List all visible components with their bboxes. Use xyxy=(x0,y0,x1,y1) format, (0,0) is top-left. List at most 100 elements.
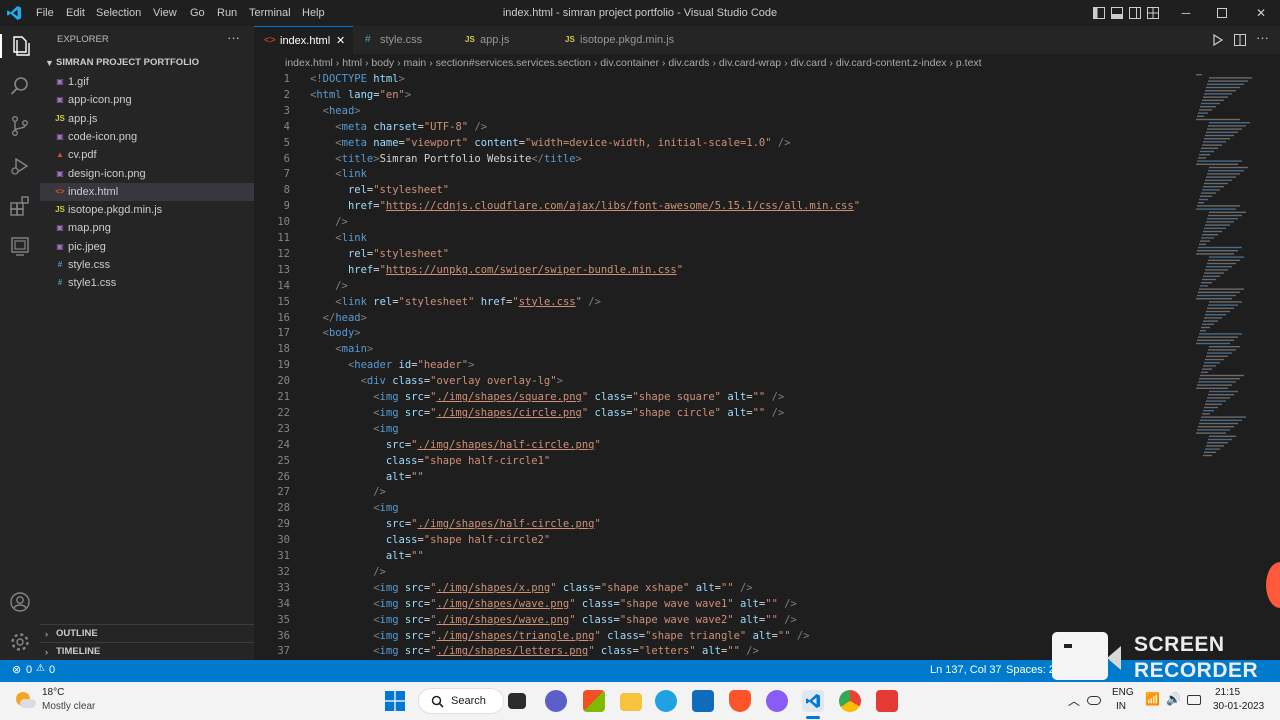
code-line[interactable]: /> xyxy=(310,216,348,228)
code-line[interactable]: <img src="./img/shapes/triangle.png" cla… xyxy=(310,630,809,642)
breadcrumb-item[interactable]: body xyxy=(371,57,394,69)
weather-description[interactable]: Mostly clear xyxy=(42,701,95,712)
menu-terminal[interactable]: Terminal xyxy=(249,0,291,26)
explorer-files-icon[interactable] xyxy=(8,34,32,58)
menu-edit[interactable]: Edit xyxy=(66,0,85,26)
windows-start-icon[interactable] xyxy=(385,691,405,711)
code-line[interactable]: <main> xyxy=(310,343,373,355)
chrome-browser-icon[interactable] xyxy=(839,690,861,712)
breadcrumb-item[interactable]: div.container xyxy=(600,57,659,69)
code-line[interactable]: <link xyxy=(310,168,367,180)
code-line[interactable]: href="https://cdnjs.cloudflare.com/ajax/… xyxy=(310,200,860,212)
menu-view[interactable]: View xyxy=(153,0,177,26)
source-control-icon[interactable] xyxy=(8,114,32,138)
close-window-button[interactable]: ✕ xyxy=(1252,0,1270,26)
file-item[interactable]: ▣ app-icon.png xyxy=(40,91,254,109)
code-line[interactable]: </head> xyxy=(310,312,367,324)
search-icon[interactable] xyxy=(8,74,32,98)
file-item[interactable]: ▣ map.png xyxy=(40,219,254,237)
tab-app-js[interactable]: JS app.js xyxy=(453,26,553,54)
code-line[interactable]: class="shape half-circle2" xyxy=(310,534,550,546)
brave-browser-icon[interactable] xyxy=(729,690,751,712)
file-item[interactable]: JS app.js xyxy=(40,110,254,128)
code-line[interactable]: <link rel="stylesheet" href="style.css" … xyxy=(310,296,601,308)
remote-explorer-icon[interactable] xyxy=(8,234,32,258)
microsoft-store-icon[interactable] xyxy=(692,690,714,712)
menu-help[interactable]: Help xyxy=(302,0,325,26)
error-count[interactable]: 0 xyxy=(26,664,32,676)
code-line[interactable]: /> xyxy=(310,280,348,292)
teams-chat-icon[interactable] xyxy=(545,690,567,712)
code-line[interactable]: class="shape half-circle1" xyxy=(310,455,550,467)
explorer-more-actions-icon[interactable]: ··· xyxy=(227,30,240,45)
maximize-button[interactable] xyxy=(1217,8,1227,18)
warning-count[interactable]: 0 xyxy=(49,664,55,676)
onedrive-cloud-icon[interactable] xyxy=(1087,696,1101,705)
menu-go[interactable]: Go xyxy=(190,0,205,26)
project-folder-header[interactable]: ▼ SIMRAN PROJECT PORTFOLIO xyxy=(40,54,254,72)
breadcrumb-item[interactable]: index.html xyxy=(285,57,333,69)
file-item[interactable]: ▣ 1.gif xyxy=(40,73,254,91)
code-line[interactable]: <!DOCTYPE html> xyxy=(310,73,405,85)
app-icon[interactable] xyxy=(766,690,788,712)
customize-layout-icon[interactable] xyxy=(1147,7,1159,19)
code-line[interactable]: <div class="overlay overlay-lg"> xyxy=(310,375,563,387)
editor-more-actions-icon[interactable]: ··· xyxy=(1256,30,1269,45)
weather-icon[interactable] xyxy=(14,690,36,712)
minimize-button[interactable]: ─ xyxy=(1175,0,1197,26)
file-item[interactable]: ▣ code-icon.png xyxy=(40,128,254,146)
input-language-line1[interactable]: ENG xyxy=(1112,687,1134,698)
edge-browser-icon[interactable] xyxy=(655,690,677,712)
show-hidden-icons-chevron-icon[interactable]: ︿ xyxy=(1068,692,1080,709)
weather-temperature[interactable]: 18°C xyxy=(42,687,64,698)
file-item[interactable]: # style.css xyxy=(40,256,254,274)
code-line[interactable]: rel="stylesheet" xyxy=(310,248,449,260)
close-tab-icon[interactable]: ✕ xyxy=(336,27,345,55)
code-line[interactable]: alt="" xyxy=(310,471,424,483)
extensions-icon[interactable] xyxy=(8,194,32,218)
code-line[interactable]: <link xyxy=(310,232,367,244)
tab-isotope-js[interactable]: JS isotope.pkgd.min.js xyxy=(553,26,693,54)
split-editor-icon[interactable] xyxy=(1234,34,1246,46)
taskbar-search-box[interactable]: Search xyxy=(418,688,504,714)
task-view-icon[interactable] xyxy=(508,693,526,709)
code-line[interactable]: <img xyxy=(310,502,398,514)
microsoft-store-colorful-icon[interactable] xyxy=(583,690,605,712)
file-item[interactable]: # style1.css xyxy=(40,274,254,292)
clock-date[interactable]: 30-01-2023 xyxy=(1213,701,1264,712)
code-line[interactable]: <body> xyxy=(310,327,361,339)
breadcrumb-item[interactable]: p.text xyxy=(956,57,982,69)
menu-file[interactable]: File xyxy=(36,0,54,26)
code-line[interactable]: rel="stylesheet" xyxy=(310,184,449,196)
timeline-section[interactable]: › TIMELINE xyxy=(40,642,254,660)
toggle-primary-sidebar-icon[interactable] xyxy=(1093,7,1105,19)
code-editor[interactable]: 1 <!DOCTYPE html> 2 <html lang="en"> 3 <head… xyxy=(254,72,1280,660)
code-line[interactable]: <img src="./img/shapes/square.png" class… xyxy=(310,391,784,403)
code-line[interactable]: <html lang="en"> xyxy=(310,89,411,101)
breadcrumb-item[interactable]: div.card-wrap xyxy=(719,57,781,69)
code-line[interactable]: <meta name="viewport" content="width=dev… xyxy=(310,137,790,149)
breadcrumb-item[interactable]: main xyxy=(404,57,427,69)
code-line[interactable]: <head> xyxy=(310,105,361,117)
code-line[interactable]: <img xyxy=(310,423,398,435)
run-code-icon[interactable] xyxy=(1212,34,1224,46)
tab-index-html[interactable]: <> index.html ✕ xyxy=(254,26,353,54)
file-item[interactable]: ▣ design-icon.png xyxy=(40,165,254,183)
breadcrumb-item[interactable]: div.card xyxy=(791,57,827,69)
toggle-panel-icon[interactable] xyxy=(1111,7,1123,19)
code-line[interactable]: <title>Simran Portfolio Website</title> xyxy=(310,153,582,165)
battery-icon[interactable] xyxy=(1187,695,1201,705)
indentation-setting[interactable]: Spaces: 2 xyxy=(1006,664,1055,676)
code-line[interactable]: alt="" xyxy=(310,550,424,562)
toggle-secondary-sidebar-icon[interactable] xyxy=(1129,7,1141,19)
vscode-taskbar-icon[interactable] xyxy=(802,690,824,712)
code-line[interactable]: <meta charset="UTF-8" /> xyxy=(310,121,487,133)
code-line[interactable]: <img src="./img/shapes/letters.png" clas… xyxy=(310,645,759,657)
wifi-icon[interactable]: 📶 xyxy=(1145,692,1160,706)
file-item[interactable]: ▲ cv.pdf xyxy=(40,146,254,164)
code-line[interactable]: /> xyxy=(310,566,386,578)
tab-style-css[interactable]: # style.css xyxy=(353,26,453,54)
code-line[interactable]: <img src="./img/shapes/wave.png" class="… xyxy=(310,614,797,626)
code-line[interactable]: <img src="./img/shapes/circle.png" class… xyxy=(310,407,784,419)
accounts-icon[interactable] xyxy=(8,590,32,614)
